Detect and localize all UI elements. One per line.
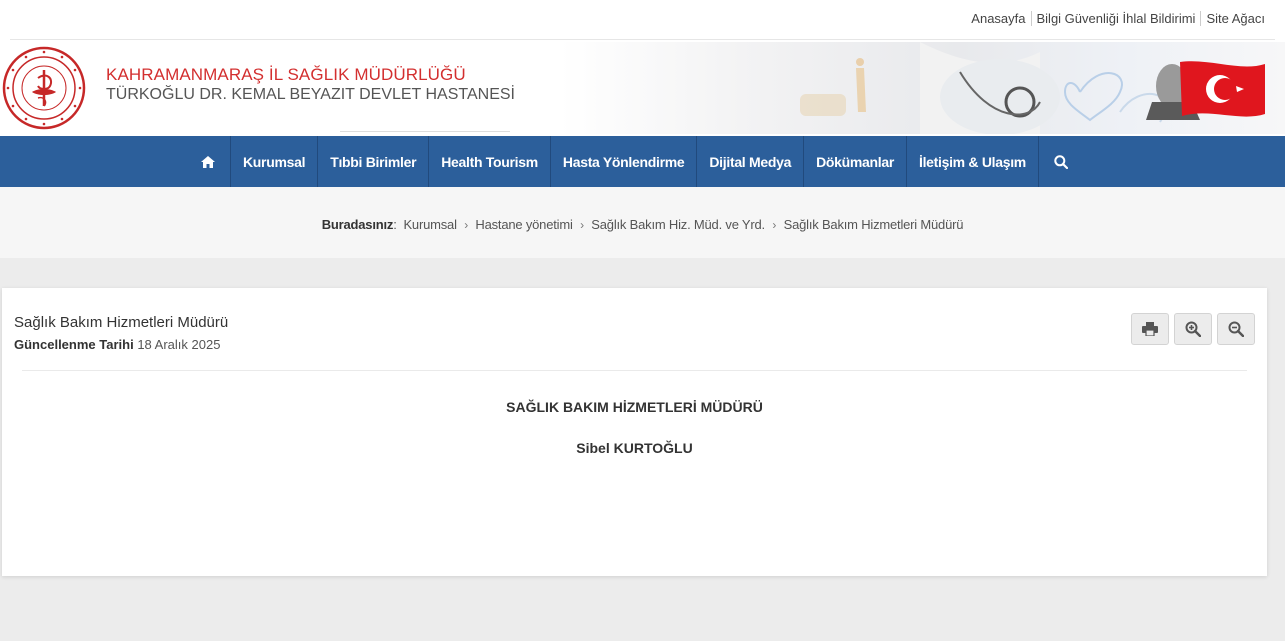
nav-item-contact[interactable]: İletişim & Ulaşım <box>907 136 1039 187</box>
chevron-right-icon: › <box>580 218 584 232</box>
nav-item-patient-guidance[interactable]: Hasta Yönlendirme <box>551 136 698 187</box>
zoom-out-icon <box>1228 321 1244 337</box>
chevron-right-icon: › <box>772 218 777 232</box>
content-heading: SAĞLIK BAKIM HİZMETLERİ MÜDÜRÜ <box>506 399 763 415</box>
main-nav: Kurumsal Tıbbi Birimler Health Tourism H… <box>0 136 1285 187</box>
nav-item-medical-units[interactable]: Tıbbi Birimler <box>318 136 430 187</box>
top-link-sitemap[interactable]: Site Ağacı <box>1201 11 1270 26</box>
search-icon <box>1054 154 1068 169</box>
page-tools <box>1131 313 1255 345</box>
page-title: Sağlık Bakım Hizmetleri Müdürü <box>14 314 229 331</box>
org-title-secondary: TÜRKOĞLU DR. KEMAL BEYAZIT DEVLET HASTAN… <box>106 86 515 103</box>
site-header: KAHRAMANMARAŞ İL SAĞLIK MÜDÜRLÜĞÜ TÜRKOĞ… <box>0 40 1285 136</box>
top-links: Anasayfa Bilgi Güvenliği İhlal Bildirimi… <box>966 11 1270 26</box>
zoom-out-button[interactable] <box>1217 313 1255 345</box>
nav-item-health-tourism[interactable]: Health Tourism <box>429 136 551 187</box>
update-date-label: Güncellenme Tarihi <box>14 337 134 352</box>
breadcrumb-item-kurumsal[interactable]: Kurumsal <box>403 217 457 232</box>
header-banner <box>560 42 1285 135</box>
breadcrumb-bar: Buradasınız: Kurumsal › Hastane yönetimi… <box>0 187 1285 258</box>
breadcrumb-item-management[interactable]: Hastane yönetimi <box>475 217 572 232</box>
content-card: Sağlık Bakım Hizmetleri Müdürü Güncellen… <box>2 288 1267 576</box>
content-person-name: Sibel KURTOĞLU <box>576 440 693 456</box>
top-link-home[interactable]: Anasayfa <box>966 11 1030 26</box>
print-icon <box>1142 322 1158 336</box>
org-title-primary: KAHRAMANMARAŞ İL SAĞLIK MÜDÜRLÜĞÜ <box>106 65 466 84</box>
update-date: Güncellenme Tarihi 18 Aralık 2025 <box>14 337 220 352</box>
zoom-in-icon <box>1185 321 1201 337</box>
divider <box>22 370 1247 371</box>
nav-item-kurumsal[interactable]: Kurumsal <box>231 136 319 187</box>
update-date-value: 18 Aralık 2025 <box>137 337 221 352</box>
breadcrumb-label: Buradasınız <box>321 217 394 232</box>
nav-item-digital-media[interactable]: Dijital Medya <box>697 136 805 187</box>
nav-item-documents[interactable]: Dökümanlar <box>804 136 907 187</box>
ministry-logo-icon[interactable] <box>2 46 86 130</box>
nav-search[interactable] <box>1039 136 1083 187</box>
breadcrumb-item-current: Sağlık Bakım Hizmetleri Müdürü <box>783 217 964 232</box>
nav-home[interactable] <box>186 136 231 187</box>
divider <box>340 131 510 132</box>
top-bar: Anasayfa Bilgi Güvenliği İhlal Bildirimi… <box>0 0 1285 40</box>
home-icon <box>201 155 215 168</box>
breadcrumb: Buradasınız: Kurumsal › Hastane yönetimi… <box>0 217 1285 232</box>
print-button[interactable] <box>1131 313 1169 345</box>
breadcrumb-colon: : <box>393 217 401 232</box>
breadcrumb-item-care-services[interactable]: Sağlık Bakım Hiz. Müd. ve Yrd. <box>591 217 765 232</box>
zoom-in-button[interactable] <box>1174 313 1212 345</box>
top-link-security-report[interactable]: Bilgi Güvenliği İhlal Bildirimi <box>1032 11 1201 26</box>
chevron-right-icon: › <box>464 218 468 232</box>
